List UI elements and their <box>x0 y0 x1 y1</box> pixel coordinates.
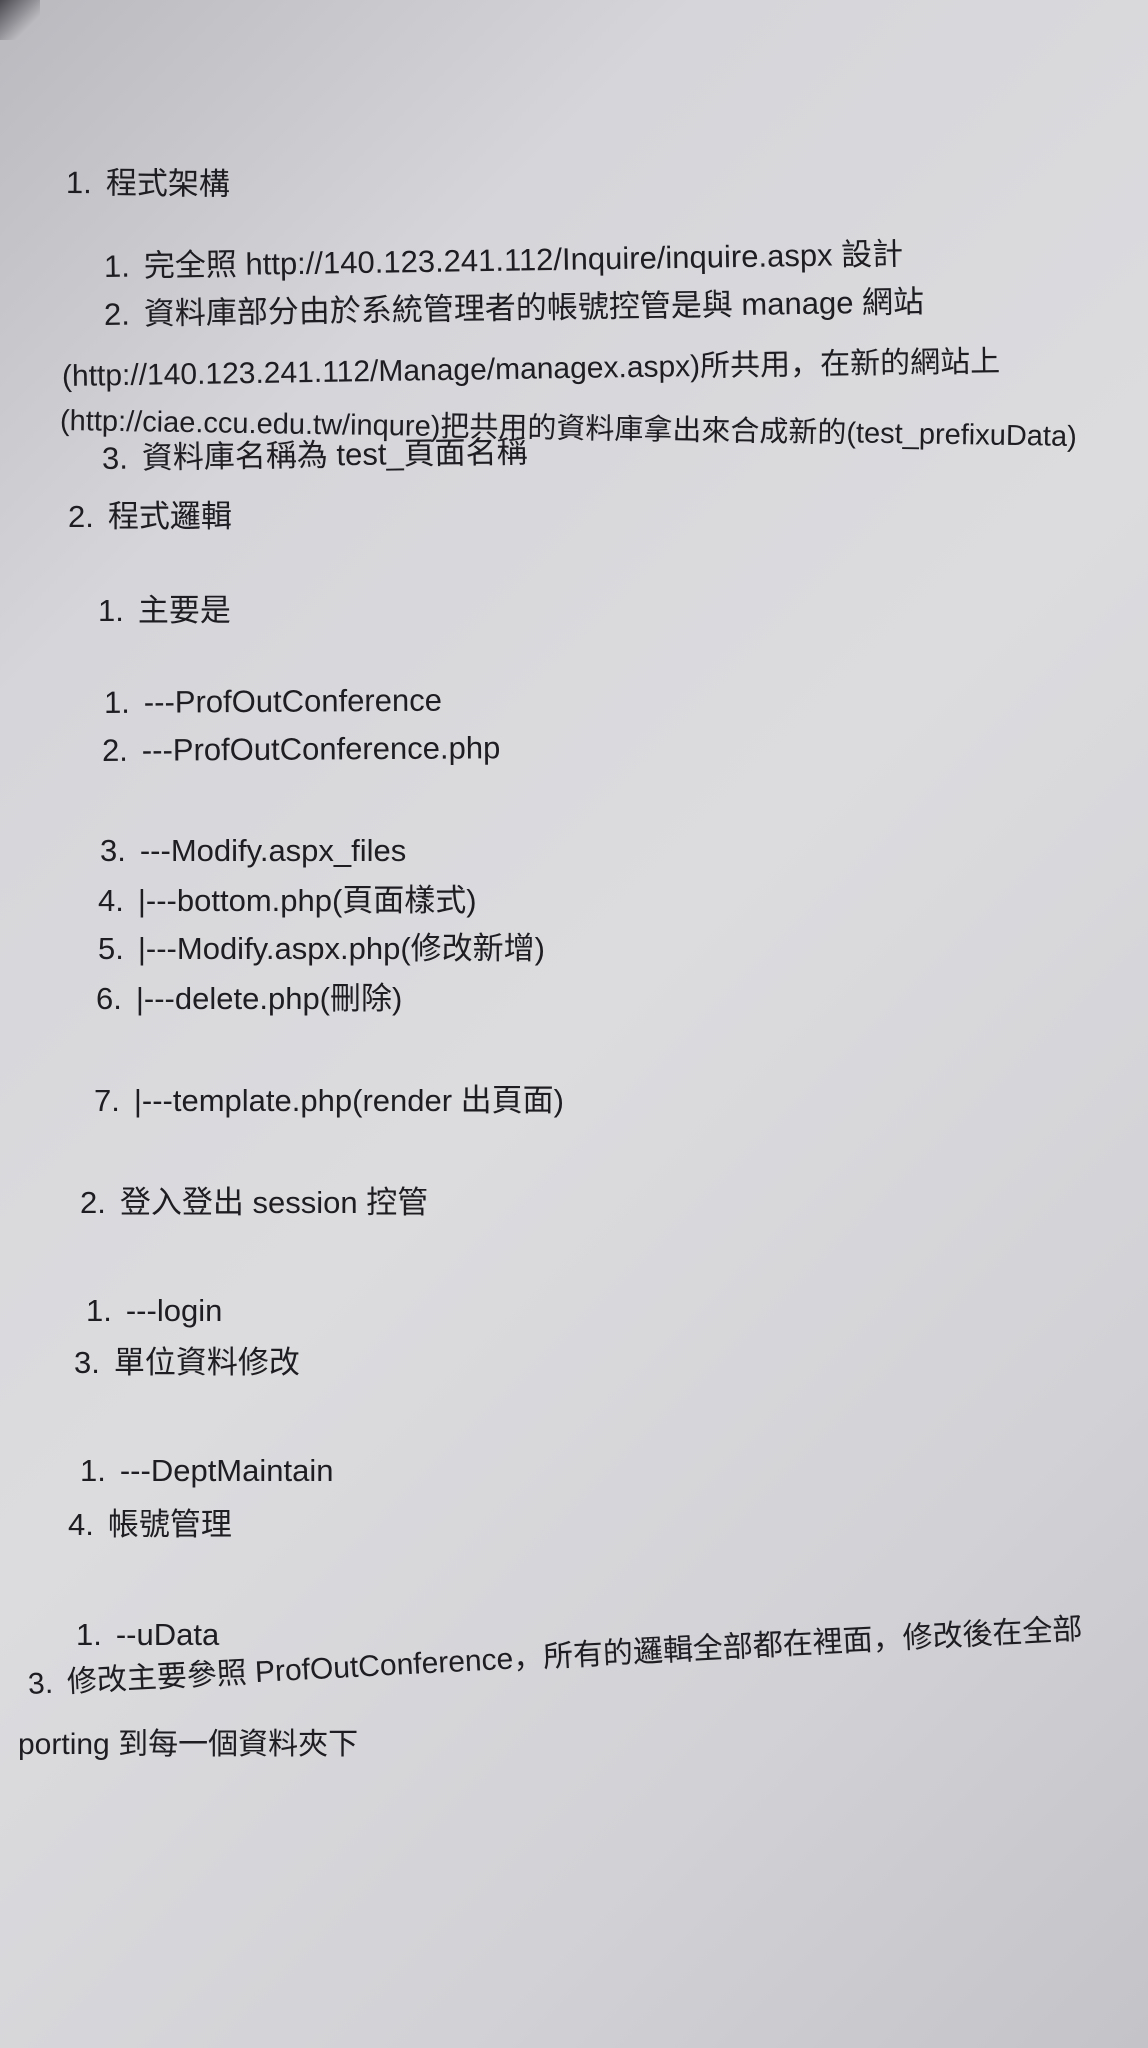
list-number: 2. <box>68 499 94 534</box>
list-text: |---bottom.php(頁面樣式) <box>137 883 477 918</box>
list-item: 2. ---ProfOutConference.php <box>101 730 501 768</box>
list-item: 1. 完全照 http://140.123.241.112/Inquire/inq… <box>103 236 904 284</box>
list-item: 4. |---bottom.php(頁面樣式) <box>98 883 477 918</box>
list-item: 2. 登入登出 session 控管 <box>80 1185 429 1220</box>
list-text: 登入登出 session 控管 <box>119 1185 429 1220</box>
list-number: 3. <box>27 1666 54 1701</box>
list-number: 1. <box>86 1293 112 1328</box>
list-text: ---DeptMaintain <box>119 1453 334 1488</box>
list-item: 1. 主要是 <box>98 593 231 628</box>
list-text: |---delete.php(刪除) <box>135 981 403 1016</box>
list-item: 3. 單位資料修改 <box>74 1345 300 1380</box>
list-item: 3. ---Modify.aspx_files <box>100 833 407 868</box>
list-item: 1. ---login <box>86 1293 223 1328</box>
list-text: 主要是 <box>137 593 231 628</box>
paper-page: 1. 程式架構 1. 完全照 http://140.123.241.112/Inqu… <box>0 0 1148 2048</box>
list-item: 3. 資料庫名稱為 test_頁面名稱 <box>101 434 528 476</box>
list-text: (http://140.123.241.112/Manage/managex.a… <box>61 345 1001 393</box>
list-number: 1. <box>98 593 124 628</box>
list-number: 1. <box>103 684 130 720</box>
list-item-continuation: porting 到每一個資料夾下 <box>18 1728 358 1761</box>
list-item: 1. --uData <box>76 1617 220 1652</box>
list-number: 7. <box>94 1083 120 1118</box>
heading-program-logic: 2. 程式邏輯 <box>68 499 232 534</box>
list-text: 帳號管理 <box>107 1507 232 1542</box>
list-text: |---Modify.aspx.php(修改新增) <box>137 931 545 966</box>
list-number: 1. <box>65 165 93 201</box>
heading-program-architecture: 1. 程式架構 <box>65 165 231 202</box>
list-text: 單位資料修改 <box>113 1345 300 1380</box>
list-text: --uData <box>115 1617 220 1652</box>
list-item: 7. |---template.php(render 出頁面) <box>94 1083 564 1118</box>
list-number: 1. <box>80 1453 106 1488</box>
list-number: 4. <box>68 1507 94 1542</box>
list-number: 2. <box>103 296 131 332</box>
list-number: 2. <box>101 732 128 768</box>
list-number: 6. <box>96 981 122 1016</box>
list-item: 1. ---ProfOutConference <box>103 682 443 720</box>
list-item: 1. ---DeptMaintain <box>80 1453 334 1488</box>
list-text: 資料庫名稱為 test_頁面名稱 <box>141 434 528 476</box>
list-number: 5. <box>98 931 124 966</box>
list-item: 2. 資料庫部分由於系統管理者的帳號控管是與 manage 網站 <box>103 284 925 332</box>
list-number: 2. <box>80 1185 106 1220</box>
list-text: 完全照 http://140.123.241.112/Inquire/inqui… <box>143 236 904 284</box>
list-text: 資料庫部分由於系統管理者的帳號控管是與 manage 網站 <box>143 284 925 332</box>
list-text: ---ProfOutConference <box>143 682 443 720</box>
list-number: 3. <box>101 440 129 476</box>
list-number: 1. <box>76 1617 102 1652</box>
list-number: 3. <box>74 1345 100 1380</box>
list-item: 5. |---Modify.aspx.php(修改新增) <box>98 931 545 966</box>
page-corner-shadow <box>0 0 40 40</box>
list-text: ---Modify.aspx_files <box>139 833 407 868</box>
list-number: 3. <box>100 833 126 868</box>
list-item: 6. |---delete.php(刪除) <box>96 981 403 1016</box>
list-item-continuation: (http://140.123.241.112/Manage/managex.a… <box>62 345 1001 393</box>
list-text: |---template.php(render 出頁面) <box>133 1083 564 1118</box>
list-text: ---ProfOutConference.php <box>141 730 501 768</box>
list-text: ---login <box>125 1293 223 1328</box>
list-text: 程式架構 <box>105 165 231 202</box>
list-text: 程式邏輯 <box>107 499 232 534</box>
list-item: 4. 帳號管理 <box>68 1507 232 1542</box>
list-number: 1. <box>103 248 131 284</box>
list-number: 4. <box>98 883 124 918</box>
list-text: porting 到每一個資料夾下 <box>18 1728 359 1761</box>
